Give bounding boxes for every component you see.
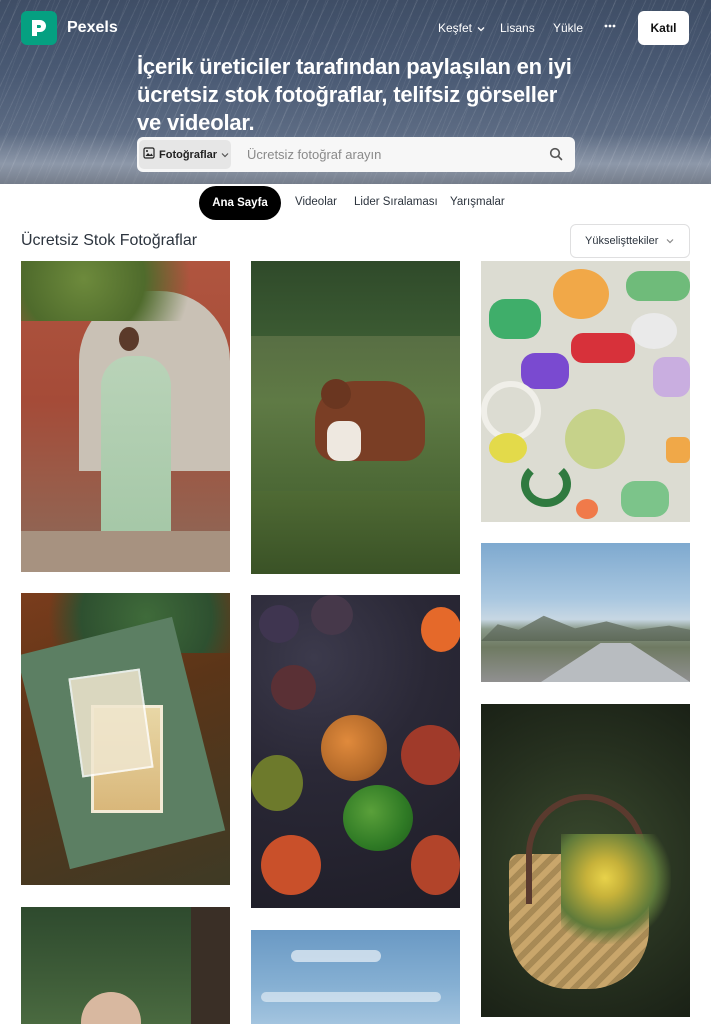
sort-dropdown[interactable]: Yükselişttekiler	[570, 224, 690, 258]
photo-ground	[21, 531, 230, 572]
photo-card-back	[68, 668, 154, 778]
photo-tomato	[251, 755, 303, 811]
nav-upload[interactable]: Yükle	[553, 21, 583, 35]
search-input[interactable]	[247, 147, 537, 162]
photo-shape-arc	[521, 461, 571, 507]
sort-label: Yükselişttekiler	[585, 235, 659, 247]
photo-shape-wave	[626, 271, 690, 301]
photo-trunk	[191, 907, 230, 1024]
photo-grass	[251, 491, 460, 574]
feed-title: Ücretsiz Stok Fotoğraflar	[21, 232, 198, 249]
photo-cloud	[261, 992, 441, 1002]
search-type-label: Fotoğraflar	[159, 148, 218, 161]
join-button[interactable]: Katıl	[638, 11, 689, 45]
ellipsis-icon[interactable]	[604, 19, 616, 36]
top-navigation: Pexels Keşfet Lisans Yükle Katıl	[0, 0, 711, 56]
pexels-logo-icon[interactable]	[21, 11, 57, 45]
photo-woman-in-green-saree[interactable]	[21, 261, 230, 572]
nav-explore-label: Keşfet	[438, 21, 473, 35]
search-type-dropdown[interactable]: Fotoğraflar	[139, 140, 231, 169]
chevron-down-icon	[221, 149, 229, 161]
tab-videos[interactable]: Videolar	[295, 196, 337, 208]
photo-shape-blob	[653, 357, 690, 397]
photo-tomato	[343, 785, 413, 851]
photo-tomato	[411, 835, 460, 895]
photo-shape-dot	[666, 437, 690, 463]
nav-explore[interactable]: Keşfet	[438, 21, 485, 35]
photo-dog-chest	[327, 421, 361, 461]
content-tabs: Ana Sayfa Videolar Lider Sıralaması Yarı…	[0, 186, 711, 220]
photo-tomato	[261, 835, 321, 895]
photo-cloud	[291, 950, 381, 962]
nav-license[interactable]: Lisans	[500, 21, 535, 35]
brand-name[interactable]: Pexels	[67, 19, 118, 37]
photo-girl-portrait-trees[interactable]	[21, 907, 230, 1024]
photo-shape-flower	[565, 409, 625, 469]
photo-shape-wave	[571, 333, 635, 363]
search-icon[interactable]	[549, 147, 563, 166]
photo-border-collie-in-field[interactable]	[251, 261, 460, 574]
photo-tomato	[259, 605, 299, 643]
photo-tomato	[271, 665, 316, 710]
photo-mountains	[481, 615, 690, 641]
photo-shape-flower	[553, 269, 609, 319]
photo-road	[541, 643, 690, 682]
search-bar: Fotoğraflar	[137, 137, 575, 172]
photo-tomato	[401, 725, 460, 785]
photo-figure	[101, 356, 171, 546]
photo-flower-basket[interactable]	[481, 704, 690, 1017]
image-icon	[143, 147, 155, 162]
photo-tomato	[421, 607, 460, 652]
photo-shape-ring	[481, 381, 541, 441]
photo-tomato	[321, 715, 387, 781]
photo-shape-disc	[631, 313, 677, 349]
photo-dog-head	[321, 379, 351, 409]
chevron-down-icon	[477, 21, 485, 35]
hero-headline: İçerik üreticiler tarafından paylaşılan …	[137, 54, 572, 135]
photo-blue-sky-clouds[interactable]	[251, 930, 460, 1024]
photo-face	[81, 992, 141, 1024]
photo-flowers	[561, 834, 671, 944]
photo-shape-eye	[489, 433, 527, 463]
tab-leaderboard[interactable]: Lider Sıralaması	[354, 196, 438, 208]
photo-mountain-highway[interactable]	[481, 543, 690, 682]
photo-shape-cloud	[521, 353, 569, 389]
photo-tarot-cards[interactable]	[21, 593, 230, 885]
tab-home[interactable]: Ana Sayfa	[199, 186, 281, 220]
photo-tomato	[311, 595, 353, 635]
photo-shape-dot	[576, 499, 598, 519]
photo-head	[119, 327, 139, 351]
photo-shape-wave	[621, 481, 669, 517]
photo-shape-wave	[489, 299, 541, 339]
photo-heirloom-tomatoes[interactable]	[251, 595, 460, 908]
chevron-down-icon	[666, 235, 674, 247]
tab-challenges[interactable]: Yarışmalar	[450, 196, 505, 208]
photo-leaves	[21, 261, 230, 321]
photo-colorful-clay-shapes[interactable]	[481, 261, 690, 522]
photo-treeline	[251, 261, 460, 336]
